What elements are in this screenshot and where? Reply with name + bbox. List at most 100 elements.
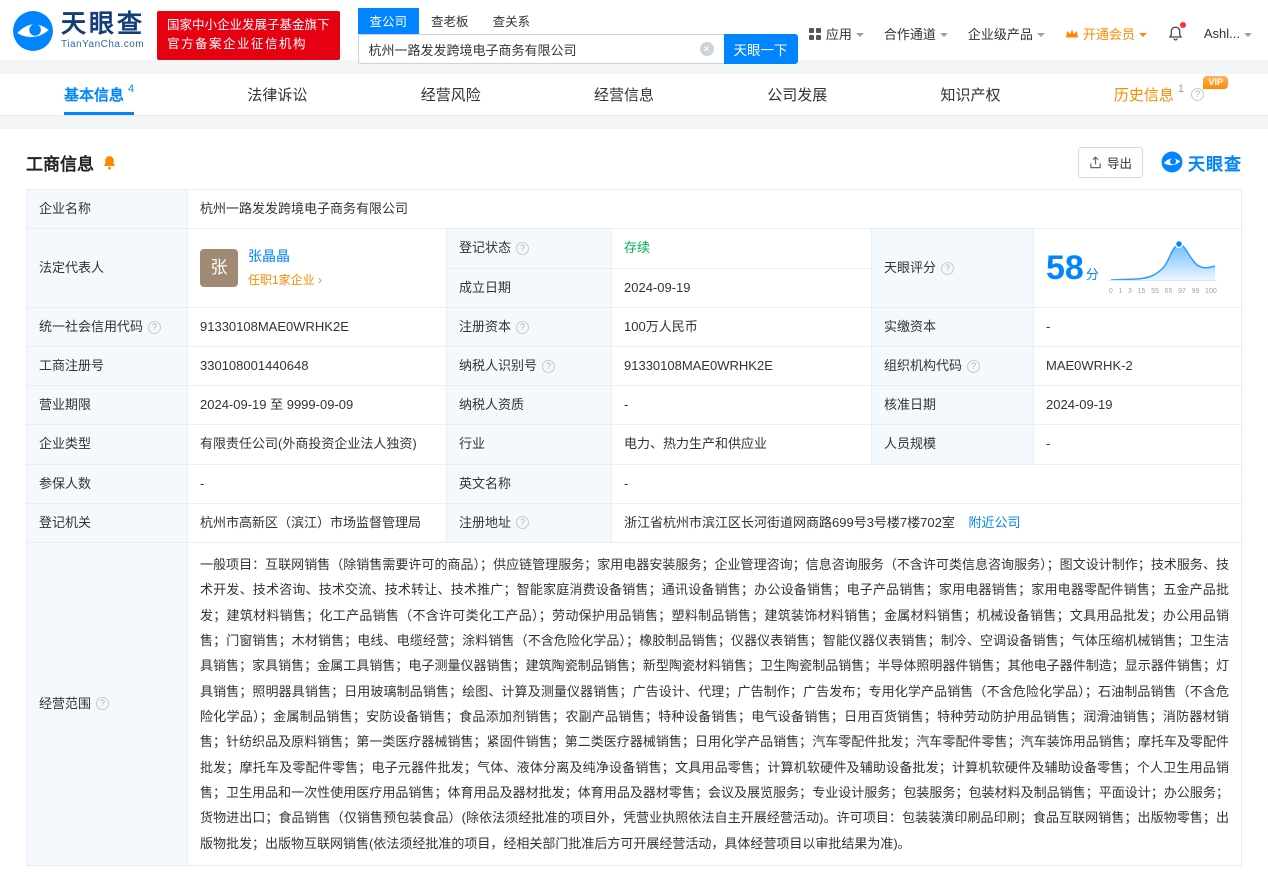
tax-qualification-label: 纳税人资质: [446, 385, 612, 426]
search-button[interactable]: 天眼一下: [723, 34, 798, 64]
tab-history-info-count: 1: [1177, 82, 1184, 95]
section-header: 工商信息 导出 天眼查: [26, 145, 1242, 179]
badge-line2: 官方备案企业征信机构: [167, 37, 308, 52]
taxpayer-id-label: 纳税人识别号: [446, 346, 612, 387]
search-tab-company[interactable]: 查公司: [357, 8, 420, 34]
help-icon[interactable]: [516, 320, 530, 334]
logo-title: 天眼查: [61, 10, 146, 38]
search-row: 天眼一下: [357, 34, 798, 64]
help-icon[interactable]: [516, 516, 530, 530]
table-row: 企业类型 有限责任公司(外商投资企业法人独资) 行业 电力、热力生产和供应业 人…: [26, 424, 1242, 465]
export-icon: [1090, 155, 1101, 168]
table-row: 经营范围 一般项目：互联网销售（除销售需要许可的商品）；供应链管理服务；家用电器…: [26, 541, 1242, 866]
staff-size-label: 人员规模: [871, 424, 1034, 465]
clear-icon[interactable]: [699, 42, 714, 56]
legal-rep-link[interactable]: 张晶晶: [248, 248, 290, 264]
status-label: 登记状态: [446, 228, 612, 269]
credit-code-label: 统一社会信用代码: [26, 306, 188, 348]
staff-size-value: -: [1033, 424, 1242, 465]
taxpayer-id-value: 91330108MAE0WRHK2E: [611, 346, 872, 387]
help-icon[interactable]: [148, 320, 162, 334]
score-cell[interactable]: 58 分 0 1 3 15 55 65 97 99 100: [1033, 228, 1242, 308]
table-row: 统一社会信用代码 91330108MAE0WRHK2E 注册资本 100万人民币…: [26, 306, 1242, 348]
registration-number-label: 工商注册号: [26, 346, 188, 387]
approval-date-label: 核准日期: [871, 385, 1034, 426]
business-term-label: 营业期限: [26, 385, 188, 426]
tab-legal-proceedings-label: 法律诉讼: [247, 87, 308, 104]
search-tab-relation[interactable]: 查关系: [481, 8, 543, 34]
search-input[interactable]: [357, 34, 724, 64]
tab-company-development-label: 公司发展: [767, 87, 828, 104]
approval-date-value: 2024-09-19: [1033, 385, 1242, 426]
help-icon[interactable]: [96, 697, 110, 711]
chevron-down-icon: [939, 32, 948, 37]
legal-rep-roles-link[interactable]: 任职1家企业 ›: [248, 271, 322, 290]
chevron-down-icon: [855, 32, 864, 37]
nav-enterprise-label: 企业级产品: [967, 27, 1033, 42]
help-icon[interactable]: [967, 359, 981, 373]
nav-cooperation[interactable]: 合作通道: [884, 24, 948, 43]
registered-address-value: 浙江省杭州市滨江区长河街道网商路699号3号楼7楼702室: [624, 514, 955, 530]
export-button[interactable]: 导出: [1077, 146, 1143, 178]
tab-legal-proceedings[interactable]: 法律诉讼: [247, 74, 307, 115]
user-name: Ashl...: [1203, 26, 1240, 41]
tab-company-development[interactable]: 公司发展: [767, 74, 827, 115]
english-name-value: -: [611, 463, 1242, 504]
nav-enterprise[interactable]: 企业级产品: [968, 24, 1045, 43]
score-label: 天眼评分: [871, 228, 1034, 308]
tianyancha-logo[interactable]: 天眼查 TianYanCha.com: [12, 10, 145, 52]
registered-address-cell: 浙江省杭州市滨江区长河街道网商路699号3号楼7楼702室 附近公司: [611, 502, 1242, 543]
industry-label: 行业: [446, 424, 612, 465]
legal-rep-cell: 张 张晶晶 任职1家企业 ›: [187, 228, 447, 308]
score-distribution-chart: 0 1 3 15 55 65 97 99 100: [1108, 238, 1217, 298]
brand-eye-icon: [1161, 151, 1183, 173]
score-axis-tick: 15: [1137, 288, 1146, 296]
table-row: 工商注册号 330108001440648 纳税人识别号 91330108MAE…: [26, 346, 1242, 387]
score-axis-ticks: 0 1 3 15 55 65 97 99 100: [1109, 287, 1217, 298]
search-tab-boss[interactable]: 查老板: [419, 8, 481, 34]
score-axis-tick: 97: [1178, 288, 1186, 296]
tab-intellectual-property[interactable]: 知识产权: [941, 74, 1001, 115]
monitor-bell-icon[interactable]: [101, 154, 118, 171]
table-row: 企业名称 杭州一路发发跨境电子商务有限公司: [26, 188, 1242, 230]
section-title: 工商信息: [26, 154, 94, 174]
top-header: 天眼查 TianYanCha.com 国家中小企业发展子基金旗下 官方备案企业征…: [0, 0, 1268, 64]
score-curve: [1108, 239, 1217, 282]
grid-icon: [808, 27, 821, 40]
score-number: 58: [1046, 248, 1084, 287]
user-menu[interactable]: Ashl...: [1204, 26, 1252, 41]
nav-apps[interactable]: 应用: [808, 24, 864, 43]
help-icon[interactable]: [542, 359, 556, 373]
tab-operating-risk[interactable]: 经营风险: [421, 74, 481, 115]
score-axis-tick: 3: [1128, 288, 1132, 296]
tianyancha-eye-icon: [13, 11, 53, 51]
help-icon[interactable]: [516, 241, 530, 255]
established-value: 2024-09-19: [611, 267, 872, 308]
score-axis-tick: 1: [1118, 288, 1123, 296]
company-name-value: 杭州一路发发跨境电子商务有限公司: [187, 188, 1242, 230]
status-value: 存续: [611, 228, 872, 269]
paid-capital-value: -: [1033, 306, 1242, 348]
logo-text: 天眼查 TianYanCha.com: [61, 10, 146, 51]
notifications-button[interactable]: [1167, 22, 1186, 42]
badge-line1: 国家中小企业发展子基金旗下: [167, 18, 330, 32]
table-row: 法定代表人 张 张晶晶 任职1家企业 › 登记状态 存续 天眼评分: [26, 228, 1242, 308]
tab-history-info[interactable]: 历史信息 1 VIP: [1114, 74, 1228, 115]
chevron-down-icon: [1244, 32, 1252, 37]
nav-open-vip[interactable]: 开通会员: [1065, 24, 1147, 43]
score-unit: 分: [1085, 266, 1099, 282]
score-axis-tick: 55: [1151, 288, 1159, 296]
registered-capital-label: 注册资本: [446, 306, 612, 348]
tab-basic-info[interactable]: 基本信息 4: [64, 74, 135, 115]
business-scope-label: 经营范围: [26, 541, 188, 866]
help-icon[interactable]: [1190, 88, 1204, 101]
table-row: 营业期限 2024-09-19 至 9999-09-09 纳税人资质 - 核准日…: [26, 385, 1242, 426]
nav-apps-label: 应用: [825, 27, 852, 42]
nearby-companies-link[interactable]: 附近公司: [968, 515, 1020, 530]
chevron-down-icon: [1138, 32, 1147, 37]
tab-operating-info[interactable]: 经营信息: [594, 74, 654, 115]
score-marker-dot: [1174, 239, 1184, 249]
help-icon[interactable]: [941, 261, 955, 275]
registration-authority-value: 杭州市高新区（滨江）市场监督管理局: [187, 502, 447, 543]
tax-qualification-value: -: [611, 385, 872, 426]
